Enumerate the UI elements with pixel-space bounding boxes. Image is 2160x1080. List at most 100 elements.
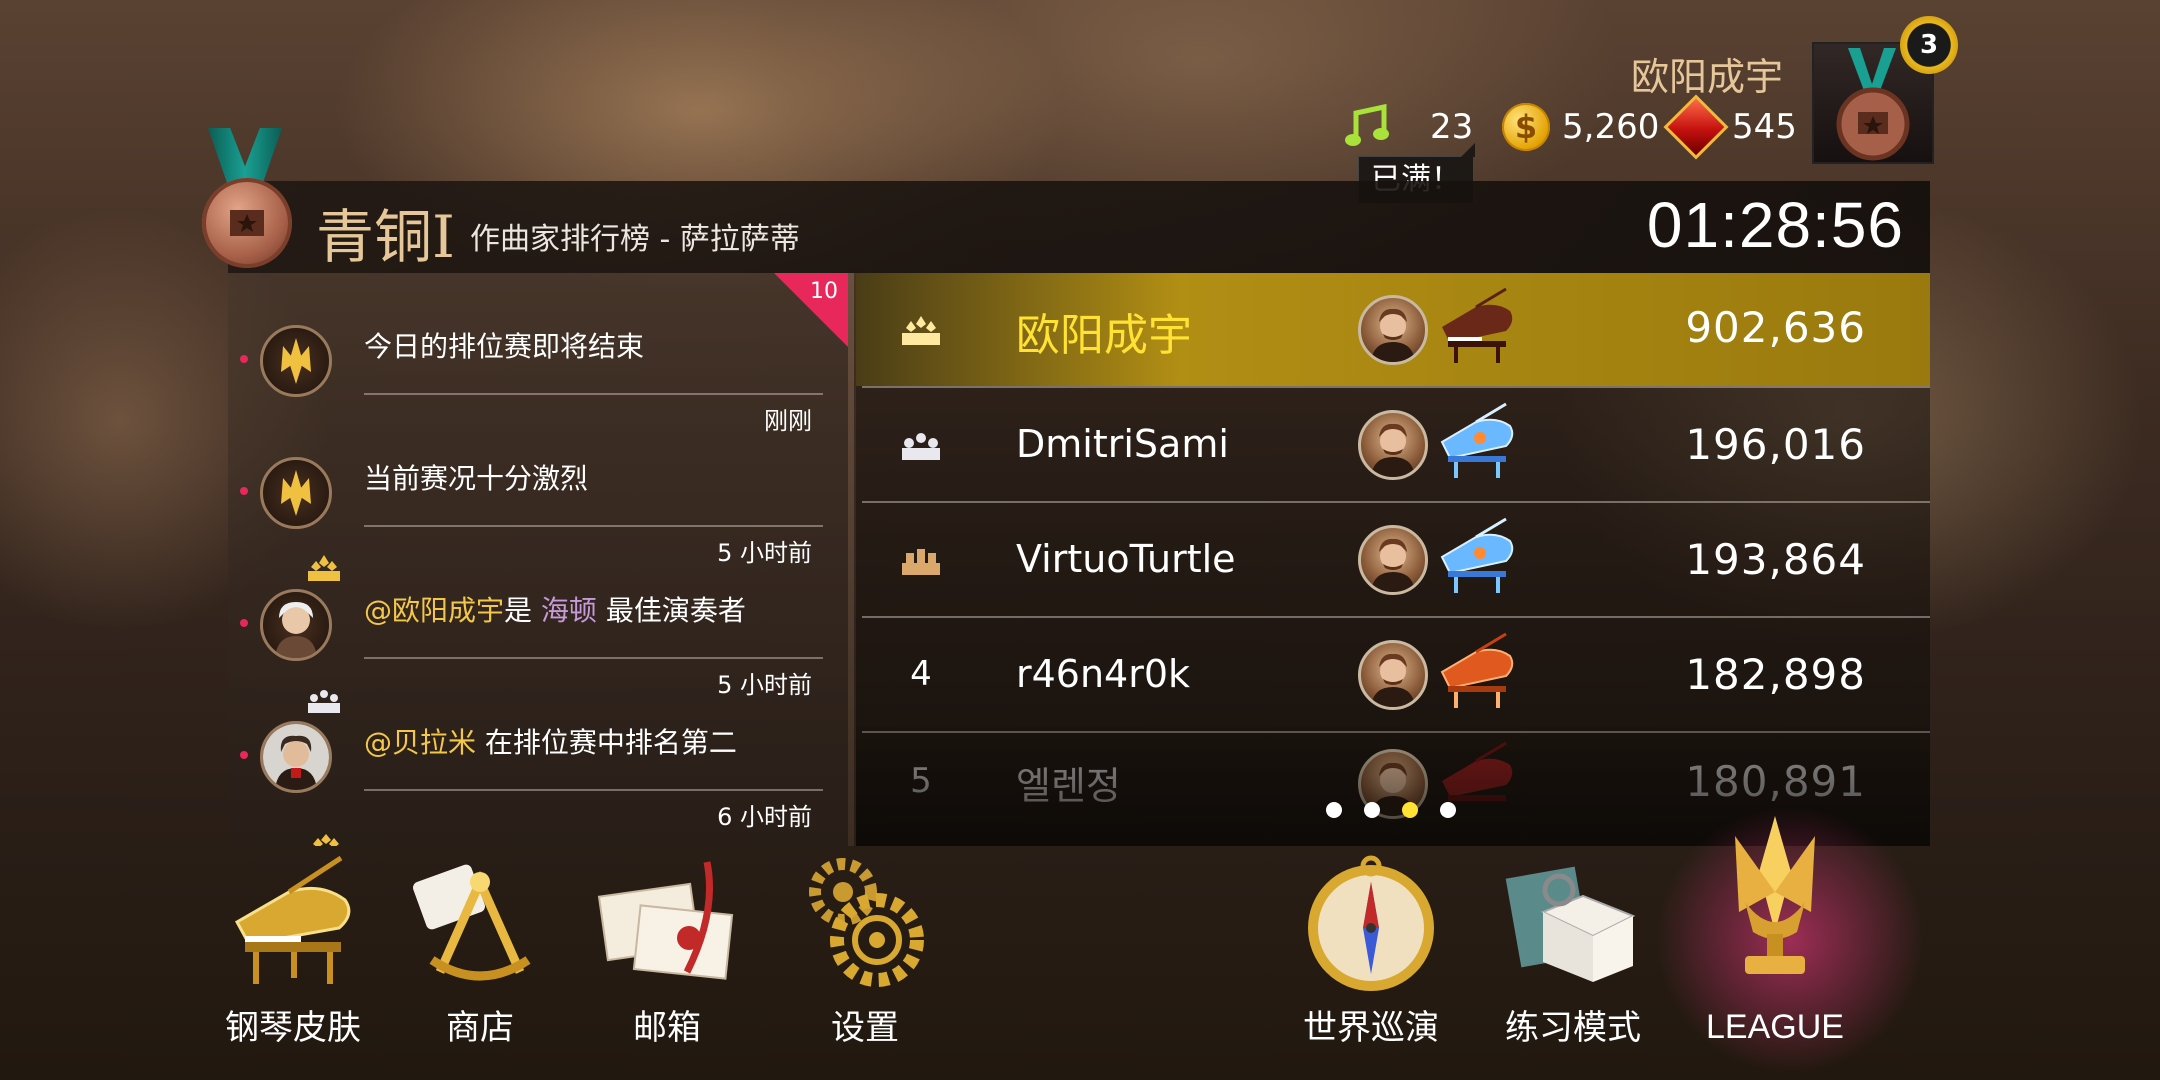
feed-item[interactable]: 当前赛况十分激烈 5 小时前 <box>228 405 848 567</box>
feed-text: 今日的排位赛即将结束 <box>364 330 645 363</box>
player-score: 902,636 <box>1685 303 1866 352</box>
coin-icon: $ <box>1502 103 1550 151</box>
piano-icon <box>234 855 351 984</box>
leaderboard-row[interactable]: VirtuoTurtle 193,864 <box>856 503 1930 616</box>
orange-piano-icon <box>1436 632 1518 712</box>
player-name: DmitriSami <box>1016 422 1229 466</box>
feed-item[interactable]: 今日的排位赛即将结束 刚刚 <box>228 273 848 435</box>
practice-mode-button[interactable]: 练习模式 <box>1488 852 1658 1062</box>
leaderboard-row[interactable]: DmitriSami 196,016 <box>856 388 1930 501</box>
panel-divider <box>848 273 854 846</box>
compass-icon <box>1308 855 1434 991</box>
feed-text-part: 最佳演奏者 <box>596 594 746 627</box>
league-title: 作曲家排行榜 - 萨拉萨蒂 <box>470 222 800 257</box>
mail-icon <box>597 861 734 980</box>
leaderboard-row[interactable]: 欧阳成宇 902,636 <box>856 273 1930 386</box>
feed-text: @欧阳成宇是 海顿 最佳演奏者 <box>364 589 746 629</box>
grand-piano-icon <box>1436 287 1518 367</box>
trophy-avatar-icon <box>260 325 332 397</box>
menu-label: 商店 <box>446 1008 514 1048</box>
league-button[interactable]: LEAGUE <box>1690 812 1860 1062</box>
menu-label: 邮箱 <box>633 1008 701 1048</box>
leaderboard-row[interactable]: 4 r46n4r0k 182,898 <box>856 618 1930 731</box>
settings-button[interactable]: 设置 <box>780 852 950 1062</box>
feed-text-part: 在排位赛中排名第二 <box>476 726 737 759</box>
player-name: 엘렌정 <box>1016 764 1121 808</box>
feed-item[interactable]: @贝拉米 在排位赛中排名第二 6 小时前 <box>228 669 848 831</box>
silver-crown-icon <box>900 426 942 462</box>
menu-label: 练习模式 <box>1505 1008 1641 1048</box>
gear-icon <box>809 858 924 987</box>
user-mention[interactable]: @贝拉米 <box>364 726 476 759</box>
notes-count: 23 <box>1430 107 1474 147</box>
player-name: 欧阳成宇 <box>1016 310 1192 361</box>
feed-text: 当前赛况十分激烈 <box>364 462 589 495</box>
world-tour-button[interactable]: 世界巡演 <box>1286 852 1456 1062</box>
haydn-avatar <box>260 589 332 661</box>
coins-resource[interactable]: $ 5,260 <box>1502 100 1659 154</box>
bronze-medal-icon <box>202 178 292 268</box>
player-score: 180,891 <box>1685 757 1866 806</box>
unread-dot <box>240 619 248 627</box>
composer-avatar <box>1358 410 1428 480</box>
page-indicator[interactable] <box>1326 802 1456 818</box>
menu-label: 设置 <box>831 1008 899 1048</box>
player-name: 欧阳成宇 <box>1630 55 1783 99</box>
trophy-icon <box>1735 816 1815 974</box>
feed-divider <box>364 657 823 659</box>
unread-dot <box>240 355 248 363</box>
feed-text: @贝拉米 在排位赛中排名第二 <box>364 721 737 761</box>
player-name: VirtuoTurtle <box>1016 537 1236 581</box>
feed-divider <box>364 789 823 791</box>
trophy-avatar-icon <box>260 457 332 529</box>
notes-resource[interactable]: 23 <box>1344 100 1473 154</box>
music-note-icon <box>1344 103 1392 151</box>
page-dot[interactable] <box>1364 802 1380 818</box>
composer-avatar <box>1358 295 1428 365</box>
crystal-piano-icon <box>1436 517 1518 597</box>
feed-divider <box>364 393 823 395</box>
activity-feed[interactable]: 10 今日的排位赛即将结束 刚刚 当前赛况十分激烈 5 小时前 @欧阳成宇是 海… <box>228 273 848 846</box>
feed-item[interactable]: @欧阳成宇是 海顿 最佳演奏者 5 小时前 <box>228 537 848 699</box>
menu-label: LEAGUE <box>1706 1008 1844 1046</box>
feed-divider <box>364 525 823 527</box>
composer-name: 海顿 <box>540 594 597 627</box>
coins-count: 5,260 <box>1562 107 1660 147</box>
rank-number: 4 <box>910 654 932 694</box>
player-score: 193,864 <box>1685 535 1866 584</box>
player-score: 182,898 <box>1685 650 1866 699</box>
feed-time: 6 小时前 <box>717 803 812 831</box>
unread-dot <box>240 487 248 495</box>
store-button[interactable]: 商店 <box>395 852 565 1062</box>
composer-avatar <box>1358 525 1428 595</box>
feed-text-part: 是 <box>504 594 541 627</box>
silver-crown-icon <box>306 685 342 719</box>
book-icon <box>1505 866 1636 982</box>
bronze-crown-icon <box>900 541 942 577</box>
player-name: r46n4r0k <box>1016 652 1191 696</box>
page-dot[interactable] <box>1326 802 1342 818</box>
gems-resource[interactable]: 545 <box>1663 94 1797 160</box>
gold-crown-icon <box>900 311 942 347</box>
page-dot[interactable] <box>1440 802 1456 818</box>
league-tier: 青铜I <box>316 203 455 271</box>
user-mention[interactable]: @欧阳成宇 <box>364 594 504 627</box>
page-dot-active[interactable] <box>1402 802 1418 818</box>
store-icon <box>413 864 531 981</box>
mail-button[interactable]: 邮箱 <box>582 852 752 1062</box>
crystal-piano-icon <box>1436 402 1518 482</box>
gold-crown-icon <box>308 833 344 846</box>
player-level-badge: 3 <box>1900 16 1958 74</box>
composer-avatar <box>1358 640 1428 710</box>
unread-dot <box>240 751 248 759</box>
menu-label: 世界巡演 <box>1303 1008 1439 1048</box>
rank-number: 5 <box>910 761 932 801</box>
player-score: 196,016 <box>1685 420 1866 469</box>
beethoven-avatar <box>260 721 332 793</box>
piano-skin-button[interactable]: 钢琴皮肤 <box>208 852 378 1062</box>
menu-label: 钢琴皮肤 <box>225 1008 361 1048</box>
gold-crown-icon <box>306 553 342 587</box>
ruby-icon <box>1663 94 1729 160</box>
leaderboard[interactable]: 欧阳成宇 902,636 DmitriSami 196,016 VirtuoTu… <box>856 273 1930 846</box>
league-timer: 01:28:56 <box>1646 189 1904 261</box>
